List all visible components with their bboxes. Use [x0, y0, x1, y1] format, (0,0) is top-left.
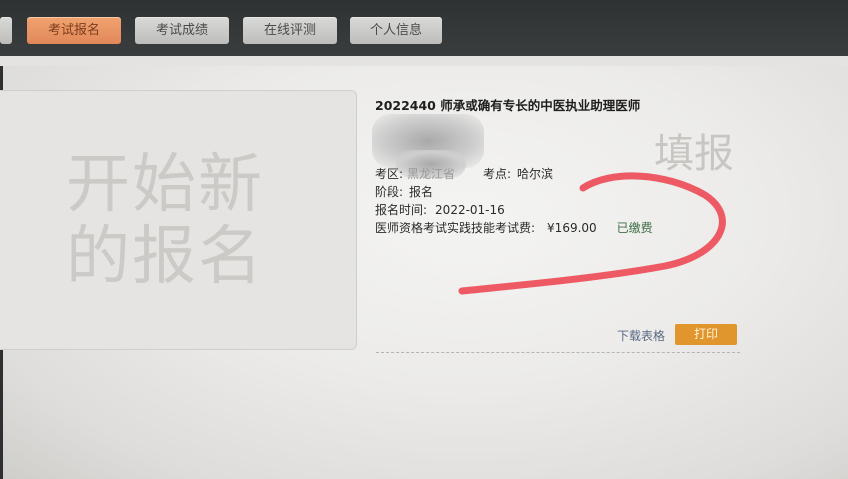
red-marker-scribble [458, 172, 726, 295]
